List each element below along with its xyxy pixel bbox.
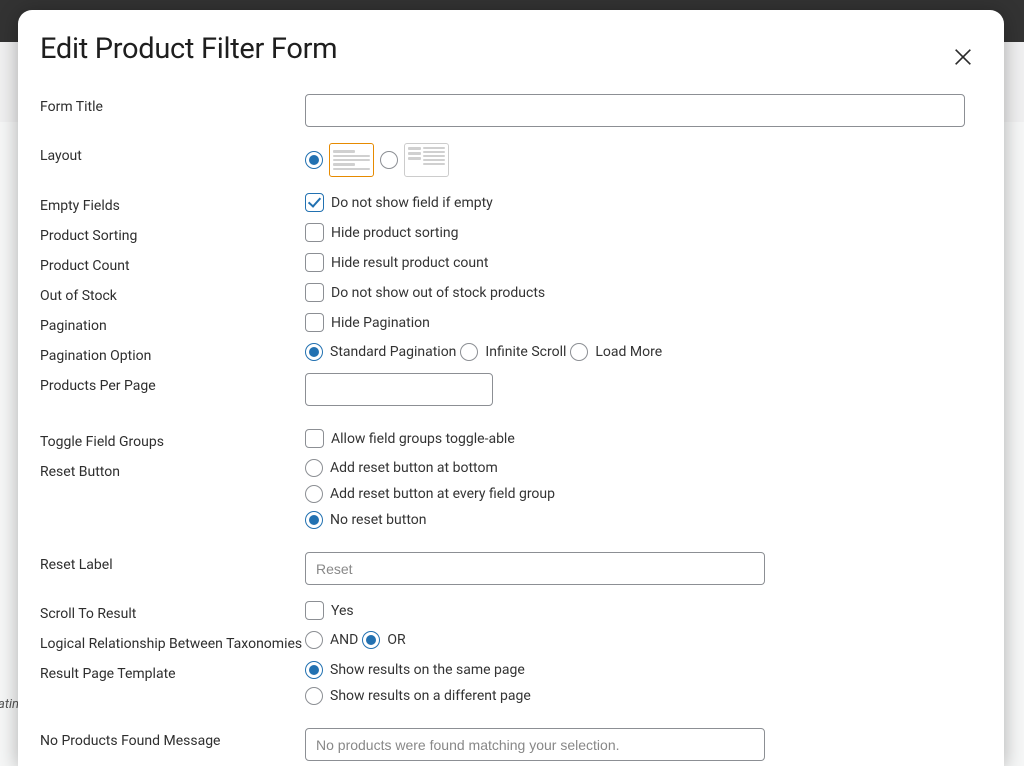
no-products-message-input[interactable] [305, 728, 765, 761]
out-of-stock-checkbox-label[interactable]: Do not show out of stock products [331, 285, 545, 301]
logical-rel-or-label[interactable]: OR [387, 632, 405, 648]
result-template-same-page[interactable] [305, 661, 323, 679]
bg-text-fragment: atin [0, 697, 19, 712]
label-pagination-option: Pagination Option [40, 343, 305, 364]
row-pagination-option: Pagination Option Standard Pagination In… [40, 343, 978, 364]
row-products-per-page: Products Per Page [40, 373, 978, 406]
label-logical-relationship: Logical Relationship Between Taxonomies [40, 631, 305, 652]
out-of-stock-checkbox[interactable] [305, 283, 324, 302]
toggle-field-groups-checkbox[interactable] [305, 429, 324, 448]
product-sorting-checkbox-label[interactable]: Hide product sorting [331, 225, 459, 241]
result-template-different-page[interactable] [305, 687, 323, 705]
row-pagination: Pagination Hide Pagination [40, 313, 978, 334]
reset-button-none-label[interactable]: No reset button [330, 512, 427, 528]
row-layout: Layout [40, 143, 978, 177]
row-no-products-message: No Products Found Message [40, 728, 978, 761]
label-product-count: Product Count [40, 253, 305, 274]
pagination-option-standard-label[interactable]: Standard Pagination [330, 344, 456, 360]
modal-header: Edit Product Filter Form [40, 32, 978, 70]
row-scroll-to-result: Scroll To Result Yes [40, 601, 978, 622]
row-reset-label: Reset Label [40, 552, 978, 585]
pagination-option-loadmore-label[interactable]: Load More [595, 344, 662, 360]
label-pagination: Pagination [40, 313, 305, 334]
result-template-same-page-label[interactable]: Show results on the same page [330, 662, 525, 678]
close-icon [952, 46, 974, 68]
layout-thumb-horizontal[interactable] [404, 143, 449, 177]
form-title-input[interactable] [305, 94, 965, 127]
toggle-field-groups-checkbox-label[interactable]: Allow field groups toggle-able [331, 431, 515, 447]
modal-title: Edit Product Filter Form [40, 32, 337, 66]
products-per-page-input[interactable] [305, 373, 493, 406]
row-out-of-stock: Out of Stock Do not show out of stock pr… [40, 283, 978, 304]
product-count-checkbox-label[interactable]: Hide result product count [331, 255, 488, 271]
reset-button-bottom-label[interactable]: Add reset button at bottom [330, 460, 498, 476]
row-toggle-field-groups: Toggle Field Groups Allow field groups t… [40, 429, 978, 450]
row-logical-relationship: Logical Relationship Between Taxonomies … [40, 631, 978, 652]
row-form-title: Form Title [40, 94, 978, 127]
reset-button-bottom[interactable] [305, 459, 323, 477]
label-no-products-message: No Products Found Message [40, 728, 305, 749]
pagination-option-standard[interactable] [305, 343, 323, 361]
label-form-title: Form Title [40, 94, 305, 115]
layout-radio-horizontal[interactable] [380, 151, 398, 169]
scroll-to-result-checkbox-label[interactable]: Yes [331, 603, 354, 619]
close-button[interactable] [952, 46, 976, 70]
label-reset-button: Reset Button [40, 459, 305, 480]
pagination-option-infinite[interactable] [460, 343, 478, 361]
label-layout: Layout [40, 143, 305, 164]
reset-button-none[interactable] [305, 511, 323, 529]
logical-rel-and[interactable] [305, 631, 323, 649]
layout-radio-vertical[interactable] [305, 151, 323, 169]
reset-label-input[interactable] [305, 552, 765, 585]
pagination-option-infinite-label[interactable]: Infinite Scroll [485, 344, 566, 360]
edit-filter-modal: Edit Product Filter Form Form Title Layo… [18, 10, 1004, 766]
label-result-page-template: Result Page Template [40, 661, 305, 682]
result-template-different-page-label[interactable]: Show results on a different page [330, 688, 531, 704]
pagination-checkbox[interactable] [305, 313, 324, 332]
product-count-checkbox[interactable] [305, 253, 324, 272]
row-product-count: Product Count Hide result product count [40, 253, 978, 274]
label-out-of-stock: Out of Stock [40, 283, 305, 304]
logical-rel-and-label[interactable]: AND [330, 632, 358, 648]
reset-button-every-group[interactable] [305, 485, 323, 503]
product-sorting-checkbox[interactable] [305, 223, 324, 242]
label-products-per-page: Products Per Page [40, 373, 305, 394]
label-scroll-to-result: Scroll To Result [40, 601, 305, 622]
logical-rel-or[interactable] [362, 631, 380, 649]
row-reset-button: Reset Button Add reset button at bottom … [40, 459, 978, 529]
empty-fields-checkbox[interactable] [305, 193, 324, 212]
scroll-to-result-checkbox[interactable] [305, 601, 324, 620]
label-product-sorting: Product Sorting [40, 223, 305, 244]
empty-fields-checkbox-label[interactable]: Do not show field if empty [331, 195, 493, 211]
pagination-option-loadmore[interactable] [570, 343, 588, 361]
reset-button-every-group-label[interactable]: Add reset button at every field group [330, 486, 555, 502]
label-reset-label: Reset Label [40, 552, 305, 573]
label-toggle-field-groups: Toggle Field Groups [40, 429, 305, 450]
row-result-page-template: Result Page Template Show results on the… [40, 661, 978, 705]
pagination-checkbox-label[interactable]: Hide Pagination [331, 315, 430, 331]
label-empty-fields: Empty Fields [40, 193, 305, 214]
row-empty-fields: Empty Fields Do not show field if empty [40, 193, 978, 214]
layout-thumb-vertical[interactable] [329, 143, 374, 177]
row-product-sorting: Product Sorting Hide product sorting [40, 223, 978, 244]
